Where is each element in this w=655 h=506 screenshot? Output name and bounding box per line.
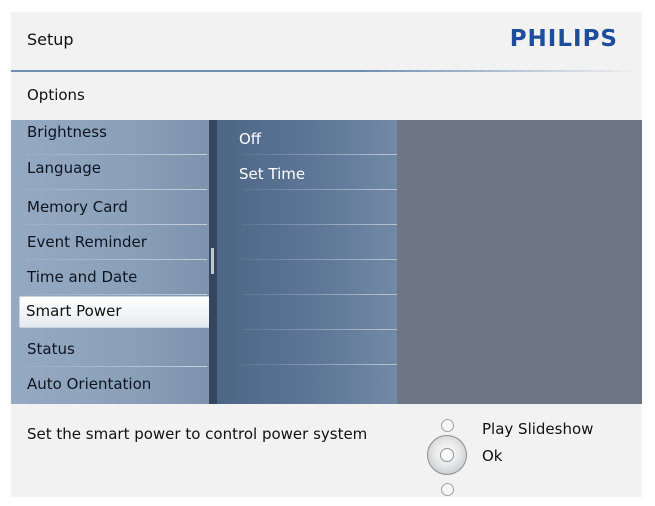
submenu-empty-row (217, 295, 397, 330)
submenu-empty-row (217, 190, 397, 225)
header-bar: Setup PHILIPS (11, 12, 642, 72)
submenu-empty-row (217, 330, 397, 365)
menu-item-label: Status (27, 340, 75, 358)
menu-item-language[interactable]: Language (11, 155, 211, 190)
subheader-bar: Options (11, 72, 642, 116)
play-slideshow-label: Play Slideshow (482, 420, 594, 438)
menu-item-smart-power[interactable]: Smart Power (19, 296, 211, 328)
menu-item-event-reminder[interactable]: Event Reminder (11, 225, 211, 260)
submenu-item-label: Off (239, 130, 262, 148)
preview-area (397, 120, 642, 404)
brand-logo: PHILIPS (509, 26, 618, 52)
ok-button-center (440, 448, 454, 462)
menu-item-label: Event Reminder (27, 233, 147, 251)
menu-item-status[interactable]: Status (11, 332, 211, 367)
menu-item-label: Memory Card (27, 198, 128, 216)
submenu-empty-row (217, 225, 397, 260)
section-title: Options (27, 86, 85, 104)
ok-label: Ok (482, 447, 503, 465)
scrollbar-thumb[interactable] (211, 248, 214, 274)
help-text: Set the smart power to control power sys… (27, 425, 368, 443)
menu-item-label: Smart Power (26, 302, 122, 320)
menu-item-time-and-date[interactable]: Time and Date (11, 260, 211, 295)
menu-item-label: Language (27, 159, 102, 177)
menu-item-brightness[interactable]: Brightness (11, 120, 211, 155)
divider (25, 294, 207, 295)
ok-button-icon[interactable] (427, 435, 467, 475)
footer-bar: Set the smart power to control power sys… (11, 404, 642, 497)
up-button-icon[interactable] (441, 419, 454, 432)
menu-item-auto-orientation[interactable]: Auto Orientation (11, 367, 211, 402)
divider (241, 364, 397, 365)
submenu-item-set-time[interactable]: Set Time (217, 155, 397, 190)
down-button-icon[interactable] (441, 483, 454, 496)
submenu-empty-row (217, 260, 397, 295)
menu-item-label: Time and Date (27, 268, 138, 286)
device-screen: Setup PHILIPS Options Brightness Languag… (11, 12, 642, 497)
menu-item-label: Auto Orientation (27, 375, 152, 393)
submenu: Off Set Time (217, 120, 397, 404)
submenu-item-off[interactable]: Off (217, 120, 397, 155)
page-title: Setup (27, 30, 74, 49)
navigation-dial (427, 419, 467, 496)
submenu-item-label: Set Time (239, 165, 306, 183)
menu-item-memory-card[interactable]: Memory Card (11, 190, 211, 225)
options-menu: Brightness Language Memory Card Event Re… (11, 120, 211, 404)
menu-scrollbar[interactable] (209, 120, 217, 404)
menu-item-label: Brightness (27, 123, 107, 141)
menu-panel: Brightness Language Memory Card Event Re… (11, 120, 642, 404)
